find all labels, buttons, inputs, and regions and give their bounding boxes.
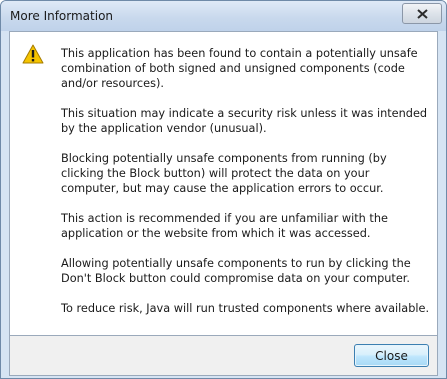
message-text: This application has been found to conta… xyxy=(61,46,431,331)
window-title: More Information xyxy=(10,9,114,23)
more-information-dialog: More Information This application has be… xyxy=(0,0,447,379)
message-paragraph: Blocking potentially unsafe components f… xyxy=(61,152,387,195)
message-paragraph: Allowing potentially unsafe components t… xyxy=(61,257,411,285)
message-paragraph: This action is recommended if you are un… xyxy=(61,212,388,240)
message-paragraph: This application has been found to conta… xyxy=(61,47,418,90)
close-icon xyxy=(417,9,428,19)
title-bar[interactable]: More Information xyxy=(1,1,446,31)
button-bar: Close xyxy=(9,336,438,376)
close-button[interactable]: Close xyxy=(354,344,429,367)
window-close-button[interactable] xyxy=(402,3,442,24)
warning-icon xyxy=(22,44,44,64)
message-panel: This application has been found to conta… xyxy=(9,31,438,336)
message-paragraph: To reduce risk, Java will run trusted co… xyxy=(61,302,430,315)
message-paragraph: This situation may indicate a security r… xyxy=(61,107,428,135)
